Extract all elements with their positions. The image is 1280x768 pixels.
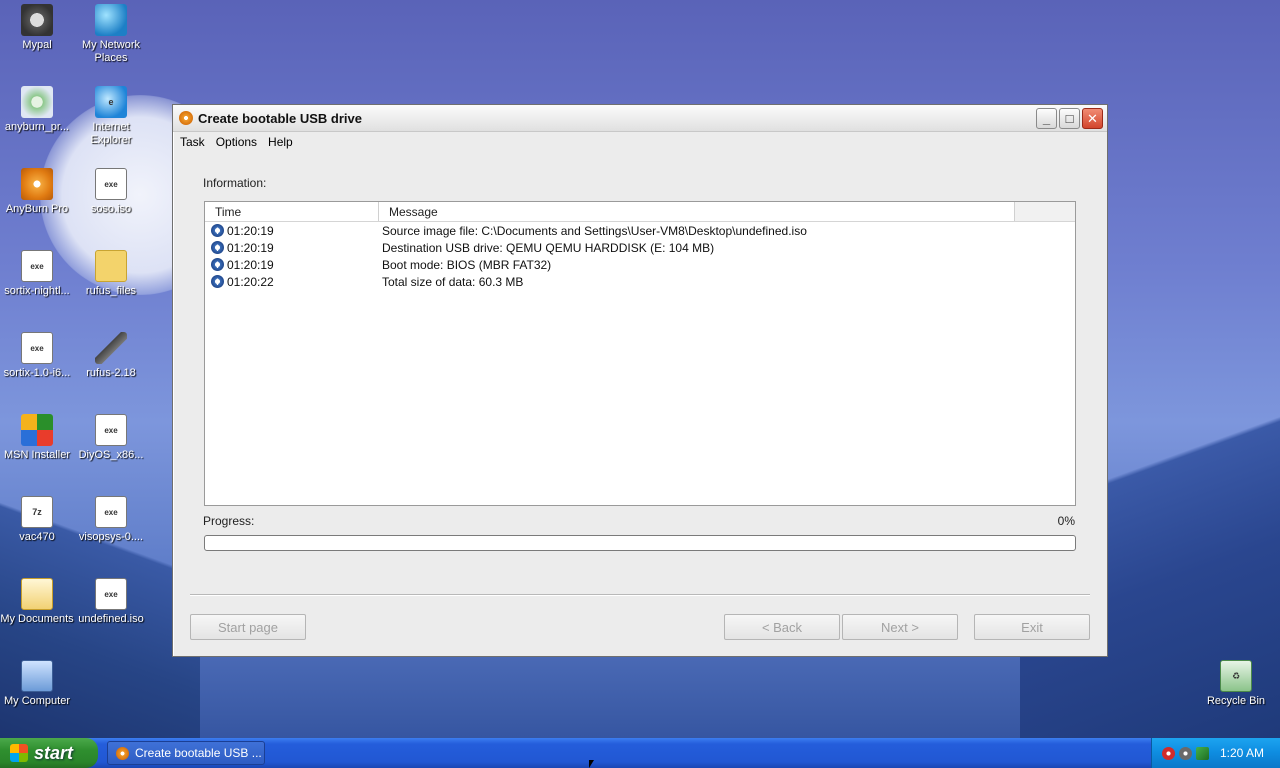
menu-options[interactable]: Options [216, 135, 257, 149]
menu-help[interactable]: Help [268, 135, 293, 149]
log-row[interactable]: i 01:20:19 Destination USB drive: QEMU Q… [205, 239, 1075, 256]
archive-7z-icon: 7z [21, 496, 53, 528]
info-icon: i [211, 224, 224, 237]
taskbar-item-label: Create bootable USB ... [135, 746, 262, 760]
log-message: Source image file: C:\Documents and Sett… [382, 223, 807, 238]
maximize-icon: □ [1065, 110, 1074, 126]
info-icon: i [211, 275, 224, 288]
desktop-icon-mypal[interactable]: Mypal [0, 4, 76, 52]
system-tray: 1:20 AM [1151, 738, 1280, 768]
log-time: 01:20:22 [227, 274, 274, 289]
log-row[interactable]: i 01:20:19 Source image file: C:\Documen… [205, 222, 1075, 239]
app-disc-icon [116, 746, 129, 760]
log-time: 01:20:19 [227, 223, 274, 238]
exit-button[interactable]: Exit [974, 614, 1090, 640]
minimize-icon: _ [1042, 110, 1051, 126]
progress-bar [204, 535, 1076, 551]
taskbar: start Create bootable USB ... 1:20 AM [0, 738, 1280, 768]
desktop-icon-recycle-bin[interactable]: ♻ Recycle Bin [1197, 660, 1275, 708]
file-icon [95, 578, 127, 610]
desktop-icon-internet-explorer[interactable]: e Internet Explorer [72, 86, 150, 147]
start-button[interactable]: start [0, 738, 98, 768]
log-list[interactable]: Time Message i 01:20:19 Source image fil… [204, 201, 1076, 506]
desktop-icon-sortix-nightly[interactable]: sortix-nightl... [0, 250, 76, 298]
my-documents-icon [21, 578, 53, 610]
log-message: Destination USB drive: QEMU QEMU HARDDIS… [382, 240, 715, 255]
usb-drive-icon [95, 332, 127, 364]
window-title: Create bootable USB drive [198, 110, 362, 126]
menu-bar: Task Options Help [173, 132, 1107, 152]
info-icon: i [211, 241, 224, 254]
desktop-icon-visopsys[interactable]: visopsys-0.... [72, 496, 150, 544]
tray-app-icon[interactable] [1179, 746, 1192, 760]
start-page-button[interactable]: Start page [190, 614, 306, 640]
log-time: 01:20:19 [227, 240, 274, 255]
progress-label: Progress: [203, 514, 255, 528]
desktop-icon-rufus[interactable]: rufus-2.18 [72, 332, 150, 380]
msn-butterfly-icon [21, 414, 53, 446]
desktop-icon-rufus-files[interactable]: rufus_files [72, 250, 150, 298]
log-message: Total size of data: 60.3 MB [382, 274, 524, 289]
computer-icon [21, 660, 53, 692]
desktop-icon-network-places[interactable]: My Network Places [72, 4, 150, 65]
desktop-icon-my-documents[interactable]: My Documents [0, 578, 76, 626]
desktop-icon-undefined-iso[interactable]: undefined.iso [72, 578, 150, 626]
column-header-time[interactable]: Time [205, 202, 379, 221]
file-icon [95, 496, 127, 528]
mouse-cursor-icon [589, 760, 599, 768]
file-icon [95, 168, 127, 200]
desktop-icon-anyburn-pro[interactable]: AnyBurn Pro [0, 168, 76, 216]
back-button[interactable]: < Back [724, 614, 840, 640]
window-titlebar[interactable]: Create bootable USB drive _ □ ✕ [173, 105, 1107, 132]
recycle-bin-icon: ♻ [1220, 660, 1252, 692]
mypal-icon [21, 4, 53, 36]
desktop-icon-sortix-1-0[interactable]: sortix-1.0-i6... [0, 332, 76, 380]
close-icon: ✕ [1087, 110, 1098, 126]
info-icon: i [211, 258, 224, 271]
start-label: start [34, 742, 74, 763]
desktop-icon-my-computer[interactable]: My Computer [0, 660, 76, 708]
folder-icon [95, 250, 127, 282]
app-disc-icon [179, 111, 193, 125]
anyburn-disc-icon [21, 168, 53, 200]
desktop-icon-vac470[interactable]: 7z vac470 [0, 496, 76, 544]
desktop-icon-msn-installer[interactable]: MSN Installer [0, 414, 76, 462]
create-usb-window: Create bootable USB drive _ □ ✕ Task Opt… [172, 104, 1108, 657]
desktop-icon-diyos[interactable]: DiyOS_x86... [72, 414, 150, 462]
security-alert-icon[interactable] [1162, 746, 1175, 760]
maximize-button[interactable]: □ [1059, 107, 1080, 129]
desktop-icon-soso-iso[interactable]: soso.iso [72, 168, 150, 216]
safely-remove-hardware-icon[interactable] [1196, 746, 1209, 760]
log-time: 01:20:19 [227, 257, 274, 272]
desktop-icon-anyburn-installer[interactable]: anyburn_pr... [0, 86, 76, 134]
menu-task[interactable]: Task [180, 135, 205, 149]
next-button[interactable]: Next > [842, 614, 958, 640]
log-header: Time Message [205, 202, 1075, 222]
column-header-message[interactable]: Message [379, 202, 1015, 221]
close-button[interactable]: ✕ [1082, 107, 1103, 129]
clock[interactable]: 1:20 AM [1220, 746, 1264, 760]
progress-percent: 0% [1057, 514, 1075, 528]
file-icon [95, 414, 127, 446]
log-row[interactable]: i 01:20:22 Total size of data: 60.3 MB [205, 273, 1075, 290]
minimize-button[interactable]: _ [1036, 107, 1057, 129]
taskbar-item-create-usb[interactable]: Create bootable USB ... [107, 741, 265, 765]
network-places-icon [95, 4, 127, 36]
file-icon [21, 250, 53, 282]
anyburn-installer-icon [21, 86, 53, 118]
button-separator [190, 594, 1090, 596]
file-icon [21, 332, 53, 364]
windows-flag-icon [10, 744, 28, 762]
column-header-filler [1015, 202, 1075, 221]
internet-explorer-icon: e [95, 86, 127, 118]
log-row[interactable]: i 01:20:19 Boot mode: BIOS (MBR FAT32) [205, 256, 1075, 273]
log-message: Boot mode: BIOS (MBR FAT32) [382, 257, 552, 272]
information-label: Information: [203, 176, 267, 190]
